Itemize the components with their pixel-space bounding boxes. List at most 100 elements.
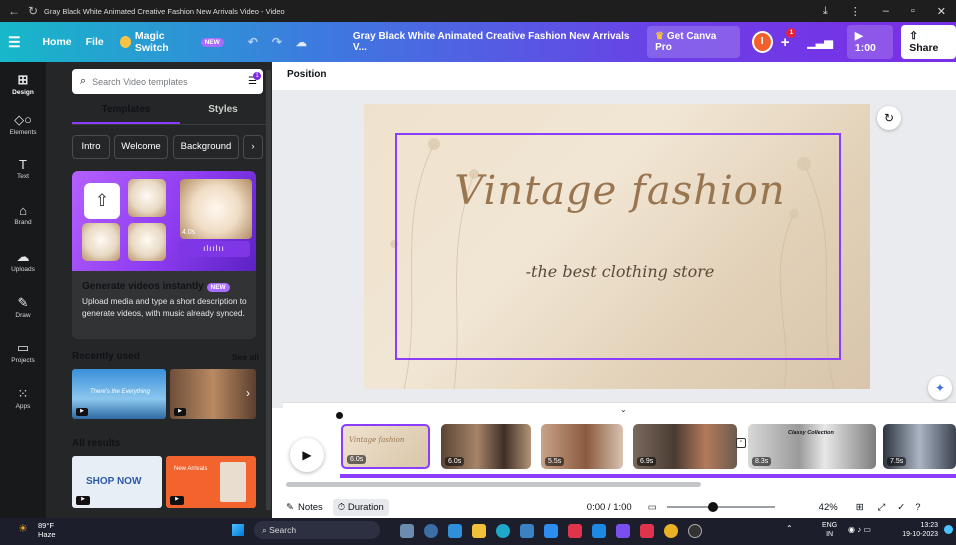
language-indicator[interactable]: ENG IN bbox=[822, 521, 837, 539]
rail-design[interactable]: ⊞ Design bbox=[0, 72, 46, 96]
avatar[interactable]: I bbox=[751, 31, 773, 53]
hamburger-icon[interactable]: ☰ bbox=[0, 34, 28, 51]
more-icon[interactable]: ⋮ bbox=[850, 5, 861, 18]
window-title: Gray Black White Animated Creative Fashi… bbox=[44, 6, 285, 16]
rail-uploads[interactable]: ☁ Uploads bbox=[0, 249, 46, 273]
home-link[interactable]: Home bbox=[42, 36, 71, 48]
store-icon[interactable] bbox=[520, 524, 534, 538]
playhead[interactable] bbox=[336, 412, 343, 419]
notification-icon[interactable] bbox=[944, 525, 953, 534]
explorer-icon[interactable] bbox=[400, 524, 414, 538]
rail-brand[interactable]: ⌂ Brand bbox=[0, 203, 46, 226]
present-button[interactable]: ▶ 1:00 bbox=[846, 25, 894, 59]
insights-icon[interactable]: ▁▃▅ bbox=[807, 36, 832, 49]
rail-apps[interactable]: ⁙ Apps bbox=[0, 386, 46, 410]
template-search[interactable]: ⌕ Search Video templates ☰ 1 bbox=[72, 69, 263, 94]
timeline-clip[interactable]: Classy Collection 8.3s bbox=[748, 424, 876, 469]
minimize-button[interactable]: – bbox=[883, 5, 889, 18]
edge-icon[interactable] bbox=[496, 524, 510, 538]
recent-template-thumb[interactable]: There's the Everything ▶ bbox=[72, 369, 166, 419]
transition-icon[interactable]: ▫ bbox=[736, 438, 746, 448]
linkedin-icon[interactable] bbox=[544, 524, 558, 538]
weather-widget[interactable]: 89°F Haze bbox=[38, 521, 56, 539]
see-all-link[interactable]: See all bbox=[232, 352, 259, 362]
redo-icon[interactable]: ↷ bbox=[272, 35, 282, 49]
folder-icon[interactable] bbox=[472, 524, 486, 538]
chrome-icon[interactable] bbox=[664, 524, 678, 538]
promo-duration: 4.0s bbox=[182, 229, 196, 236]
rail-label: Draw bbox=[15, 312, 31, 319]
new-badge: NEW bbox=[206, 283, 230, 292]
antivirus-icon[interactable] bbox=[568, 524, 582, 538]
meet-icon[interactable] bbox=[424, 524, 438, 538]
chip-background[interactable]: Background bbox=[173, 135, 239, 159]
rail-projects[interactable]: ▭ Projects bbox=[0, 340, 46, 364]
tray-chevron-icon[interactable]: ⌃ bbox=[786, 524, 793, 533]
generate-videos-card[interactable]: ⇧ ılıılıı 4.0s Generate videos instantly… bbox=[72, 171, 256, 339]
position-button[interactable]: Position bbox=[287, 69, 326, 80]
download-icon[interactable]: ⤓ bbox=[823, 5, 828, 18]
share-button[interactable]: ⇧ Share bbox=[901, 25, 956, 59]
tab-templates[interactable]: Templates bbox=[72, 104, 180, 124]
file-menu[interactable]: File bbox=[86, 36, 104, 48]
canvas-title[interactable]: Vintage fashion bbox=[440, 168, 800, 214]
clock[interactable]: 13:23 19-10-2023 bbox=[896, 521, 938, 539]
zoom-slider-knob[interactable] bbox=[707, 502, 718, 512]
recent-next-icon[interactable]: › bbox=[246, 386, 250, 400]
magic-switch-button[interactable]: Magic Switch NEW bbox=[119, 30, 224, 54]
fullscreen-icon[interactable]: ⤢ bbox=[878, 502, 886, 513]
chevron-down-icon[interactable]: ⌄ bbox=[620, 405, 627, 414]
timeline-scrollbar[interactable] bbox=[286, 482, 701, 487]
result-template-thumb[interactable]: New Arrivals ▶ bbox=[166, 456, 256, 508]
vscode-icon[interactable] bbox=[448, 524, 462, 538]
search-input[interactable]: Search Video templates bbox=[92, 77, 187, 87]
timeline-clip[interactable]: 5.5s bbox=[541, 424, 623, 469]
chip-intro[interactable]: Intro bbox=[72, 135, 110, 159]
canvas-subtitle[interactable]: -the best clothing store bbox=[500, 262, 740, 281]
timeline-clip[interactable]: 7.5s bbox=[883, 424, 956, 469]
magic-assistant-icon[interactable]: ✦ bbox=[928, 376, 952, 400]
chips-next-button[interactable]: › bbox=[243, 135, 263, 159]
rail-draw[interactable]: ✎ Draw bbox=[0, 295, 46, 319]
add-collaborator-button[interactable]: +1 bbox=[781, 27, 797, 51]
timeline-clip[interactable]: 6.0s bbox=[441, 424, 531, 469]
result-template-thumb[interactable]: SHOP NOW ▶ bbox=[72, 456, 162, 508]
document-title[interactable]: Gray Black White Animated Creative Fashi… bbox=[353, 31, 631, 53]
maximize-button[interactable]: ▫ bbox=[911, 5, 915, 18]
taskbar-search[interactable]: ⌕ Search bbox=[254, 521, 380, 539]
window-titlebar: ← ↻ Gray Black White Animated Creative Fa… bbox=[0, 0, 956, 22]
undo-icon[interactable]: ↶ bbox=[248, 35, 258, 49]
mcafee-icon[interactable] bbox=[640, 524, 654, 538]
get-canva-pro-button[interactable]: ♛ Get Canva Pro bbox=[647, 26, 740, 58]
teams-icon[interactable] bbox=[616, 524, 630, 538]
network-volume-battery-icon[interactable]: ◉ ♪ ▭ bbox=[848, 525, 871, 534]
duration-button[interactable]: ⏱ Duration bbox=[332, 498, 389, 516]
rail-elements[interactable]: ◇○ Elements bbox=[0, 112, 46, 136]
app-icon[interactable] bbox=[592, 524, 606, 538]
recent-template-thumb[interactable]: ▶ bbox=[170, 369, 256, 419]
help-icon[interactable]: ? bbox=[915, 502, 920, 513]
back-icon[interactable]: ← bbox=[8, 4, 20, 18]
media-player-icon[interactable] bbox=[688, 524, 702, 538]
tab-styles[interactable]: Styles bbox=[180, 104, 266, 124]
rail-text[interactable]: T Text bbox=[0, 157, 46, 180]
reload-icon[interactable]: ↻ bbox=[28, 4, 38, 18]
close-button[interactable]: ✕ bbox=[937, 5, 946, 18]
notes-button[interactable]: Notes bbox=[298, 502, 323, 513]
rotate-icon[interactable]: ↻ bbox=[877, 106, 901, 130]
display-icon[interactable]: ▭ bbox=[648, 502, 657, 513]
grid-view-icon[interactable]: ⊞ bbox=[856, 502, 864, 513]
filter-icon[interactable]: ☰ 1 bbox=[248, 72, 261, 87]
clip-title: Vintage fashion bbox=[349, 436, 405, 444]
check-icon[interactable]: ✓ bbox=[897, 502, 905, 513]
chip-welcome[interactable]: Welcome bbox=[114, 135, 168, 159]
zoom-slider[interactable] bbox=[666, 502, 775, 512]
windows-start-icon[interactable] bbox=[232, 524, 244, 536]
timeline-clip[interactable]: Vintage fashion 6.0s bbox=[341, 424, 430, 469]
timeline-clip[interactable]: 6.9s bbox=[633, 424, 737, 469]
magic-star-icon bbox=[119, 36, 131, 48]
panel-scrollbar[interactable] bbox=[266, 70, 271, 510]
cloud-save-icon[interactable]: ☁ bbox=[296, 36, 307, 49]
video-icon: ▶ bbox=[76, 408, 88, 416]
timeline-play-button[interactable]: ▶ bbox=[290, 438, 324, 472]
